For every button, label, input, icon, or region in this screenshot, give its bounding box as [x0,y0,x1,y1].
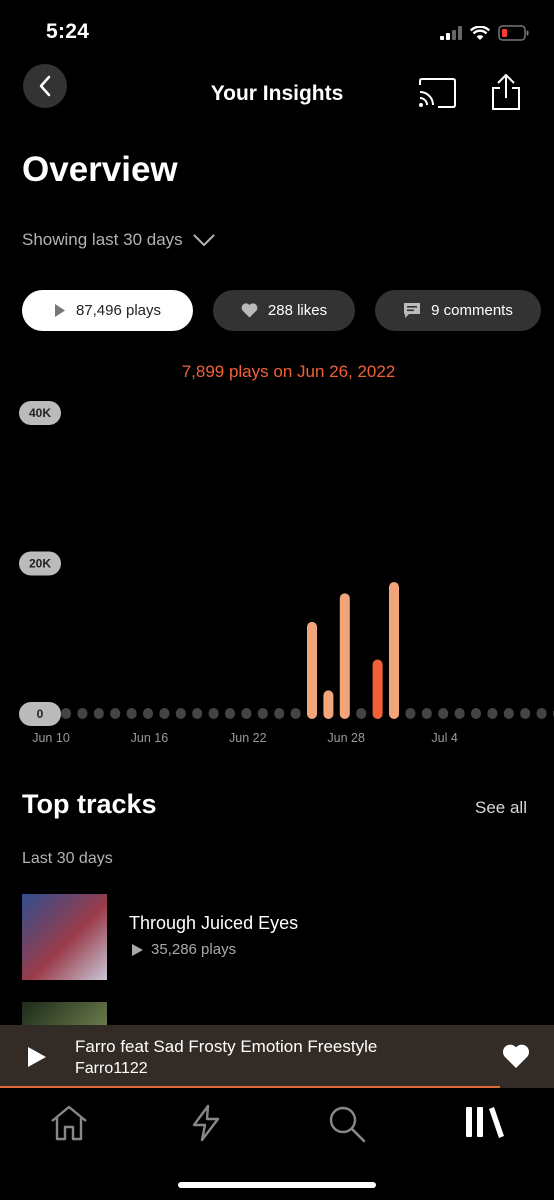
range-label: Showing last 30 days [22,230,183,249]
cast-icon [419,78,456,108]
tab-feed[interactable] [190,1104,222,1147]
chart-bar[interactable] [159,708,170,719]
likes-pill-label: 288 likes [267,302,328,319]
comments-pill[interactable]: 9 comments [375,290,541,331]
mini-player-artist: Farro1122 [75,1060,148,1077]
mini-player-progress [0,1086,500,1088]
share-button[interactable] [489,72,523,117]
chart-bar[interactable] [225,708,235,719]
chart-bar[interactable] [175,708,186,719]
mini-player-play-button[interactable] [27,1046,47,1073]
library-icon [466,1107,504,1138]
heart-icon [241,303,258,318]
chevron-down-icon [192,234,215,246]
chart-bar[interactable] [93,708,104,719]
status-icons [440,22,530,44]
chart-bar[interactable] [241,708,252,719]
svg-text:20K: 20K [29,557,51,571]
play-icon [54,304,65,317]
chart-bar[interactable] [438,708,449,719]
chart-bar[interactable] [290,708,301,719]
x-tick-label: Jun 28 [327,731,365,745]
y-tick-label: 20K [19,551,61,576]
header-title: Your Insights [210,82,344,105]
chart-bar[interactable] [389,582,399,719]
chart-bar[interactable] [372,659,383,719]
home-indicator [178,1182,376,1188]
plays-pill[interactable]: 87,496 plays [22,290,193,331]
y-tick-label: 0 [19,702,61,726]
play-icon [28,1047,46,1067]
chart-bar[interactable] [520,708,531,719]
x-tick-label: Jun 22 [229,731,267,745]
tab-home[interactable] [49,1104,89,1147]
track-artwork[interactable] [22,894,107,980]
likes-pill[interactable]: 288 likes [213,290,355,331]
track-artwork[interactable] [22,1002,107,1026]
y-tick-label: 40K [19,401,61,425]
chart-bar[interactable] [307,621,317,719]
top-tracks-period: Last 30 days [22,850,113,867]
chart-bar[interactable] [257,708,268,719]
top-tracks-title: Top tracks [22,789,157,819]
heart-icon [502,1044,530,1068]
chart-bar[interactable] [471,708,481,719]
signal-icon [440,26,462,40]
track-title[interactable]: Through Juiced Eyes [129,913,298,934]
play-icon [132,943,143,956]
chart-bar[interactable] [323,690,334,719]
chart-bar[interactable] [421,708,432,719]
chart-bar[interactable] [405,708,416,719]
chart-bar[interactable] [536,708,547,719]
search-icon [329,1106,366,1143]
plays-chart[interactable]: 0 20K 40K Jun 10 Jun 16 Jun 22 Jun 28 Jul 4 [0,395,554,755]
track-plays: 35,286 plays [132,941,236,958]
chart-bar[interactable] [192,708,203,719]
svg-text:0: 0 [37,707,44,721]
mini-player-like-button[interactable] [502,1044,530,1074]
mini-player-title: Farro feat Sad Frosty Emotion Freestyle [75,1037,378,1056]
x-tick-label: Jun 10 [32,731,70,745]
plays-pill-label: 87,496 plays [75,302,162,319]
chart-bar[interactable] [208,708,219,719]
comments-pill-label: 9 comments [431,302,513,319]
chart-bar[interactable] [61,708,71,719]
chart-bar[interactable] [77,708,88,719]
cast-button[interactable] [416,76,458,115]
chart-bar[interactable] [487,708,498,719]
track-plays-count: 35,286 plays [151,941,237,958]
chart-bar[interactable] [110,708,121,719]
range-dropdown[interactable]: Showing last 30 days [22,230,215,250]
chart-bar[interactable] [126,708,137,719]
chart-bar[interactable] [274,708,285,719]
tab-search[interactable] [327,1104,367,1149]
feed-icon [192,1104,220,1142]
chart-bar[interactable] [143,708,153,719]
x-tick-label: Jul 4 [431,731,457,745]
wifi-icon [470,25,490,40]
share-icon [492,74,520,110]
page-title: Overview [22,150,178,189]
x-tick-label: Jun 16 [131,731,169,745]
tab-library[interactable] [464,1104,506,1145]
status-time: 5:24 [46,20,90,43]
see-all-link[interactable]: See all [475,798,527,818]
battery-low-icon [498,25,529,41]
chart-bar[interactable] [503,708,514,719]
chart-bar[interactable] [339,593,350,719]
svg-text:40K: 40K [29,406,51,420]
chart-bar[interactable] [454,708,465,719]
comment-icon [404,303,421,318]
chart-selected-readout: 7,899 plays on Jun 26, 2022 [181,362,396,381]
chart-bar[interactable] [356,708,367,719]
home-icon [51,1105,87,1141]
